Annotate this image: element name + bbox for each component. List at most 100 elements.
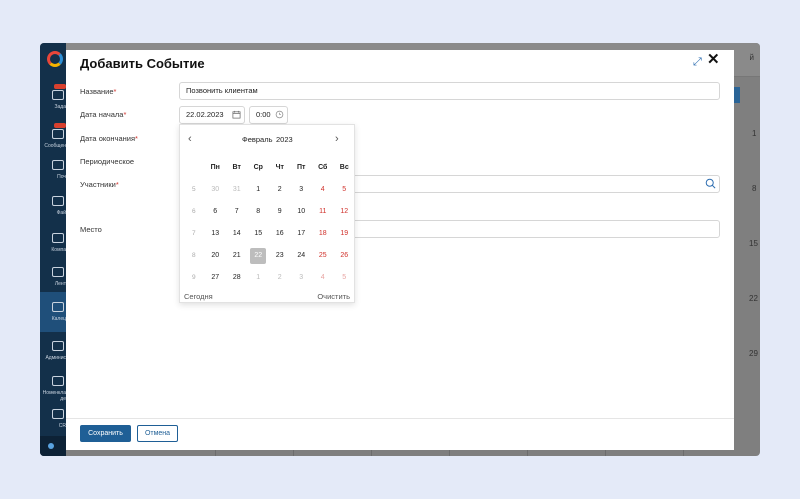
clear-button[interactable]: Очистить xyxy=(317,292,350,301)
place-label: Место xyxy=(80,225,102,234)
week-number: 8 xyxy=(191,252,196,259)
settings-icon[interactable] xyxy=(48,443,54,449)
calendar-day-label: 30 xyxy=(211,186,220,193)
calendar-day-label: 5 xyxy=(342,186,347,193)
sidebar-item[interactable]: Админис xyxy=(40,331,66,371)
calendar-day[interactable]: 4 xyxy=(312,267,334,289)
sidebar-item-icon xyxy=(52,233,64,243)
save-button[interactable]: Сохранить xyxy=(80,425,131,442)
calendar-day[interactable]: 14 xyxy=(226,223,248,245)
periodic-label: Периодическое xyxy=(80,157,135,166)
calendar-day-label: 4 xyxy=(320,274,325,281)
calendar-day[interactable]: 30 xyxy=(205,179,227,201)
sidebar-item-icon xyxy=(52,196,64,206)
name-input[interactable]: Позвонить клиентам xyxy=(179,82,720,100)
user-menu[interactable]: й xyxy=(750,53,754,62)
sidebar-item[interactable]: Поч xyxy=(40,150,66,190)
calendar-day-label: 7 xyxy=(234,208,239,215)
today-button[interactable]: Сегодня xyxy=(184,292,213,301)
dialog-title: Добавить Событие xyxy=(80,56,205,71)
calendar-day[interactable]: 7 xyxy=(226,201,248,223)
calendar-day[interactable]: 5 xyxy=(334,267,356,289)
calendar-day[interactable]: 24 xyxy=(291,245,313,267)
calendar-day[interactable]: 31 xyxy=(226,179,248,201)
calendar-day[interactable]: 8 xyxy=(248,201,270,223)
sidebar-item-icon xyxy=(52,160,64,170)
prev-month-button[interactable]: ‹ xyxy=(188,133,192,145)
calendar-day[interactable]: 2 xyxy=(269,179,291,201)
sidebar-item[interactable]: Калец xyxy=(40,292,66,332)
notification-badge xyxy=(54,123,66,128)
calendar-day-label: 9 xyxy=(277,208,282,215)
calendar-day[interactable]: 23 xyxy=(269,245,291,267)
sidebar-item[interactable]: Зада xyxy=(40,80,66,120)
calendar-day[interactable]: 3 xyxy=(291,179,313,201)
calendar-day-label: 3 xyxy=(299,274,304,281)
calendar-day-label: 5 xyxy=(342,274,347,281)
calendar-day-label: 31 xyxy=(232,186,241,193)
calendar-day-label: 28 xyxy=(232,274,241,281)
calendar-day[interactable]: 11 xyxy=(312,201,334,223)
weekday-header: Сб xyxy=(318,164,328,171)
calendar-day[interactable]: 20 xyxy=(205,245,227,267)
expand-icon[interactable]: ⤢ xyxy=(693,56,705,68)
clock-icon[interactable] xyxy=(275,110,284,119)
close-icon[interactable]: ✕ xyxy=(707,52,721,67)
calendar-month[interactable]: Февраль xyxy=(242,135,272,144)
calendar-day[interactable]: 9 xyxy=(269,201,291,223)
week-number: 9 xyxy=(191,274,196,281)
calendar-day[interactable]: 6 xyxy=(205,201,227,223)
calendar-day[interactable]: 1 xyxy=(248,267,270,289)
start-date-input[interactable]: 22.02.2023 xyxy=(179,106,245,124)
calendar-day-label: 1 xyxy=(256,274,261,281)
end-date-label: Дата окончания* xyxy=(80,134,138,143)
calendar-day-label: 10 xyxy=(297,208,306,215)
sidebar-item-label: Зада xyxy=(54,104,67,110)
calendar-day[interactable]: 1 xyxy=(248,179,270,201)
calendar-day[interactable]: 2 xyxy=(269,267,291,289)
start-time-input[interactable]: 0:00 xyxy=(249,106,288,124)
calendar-grid: Пн Вт Ср Чт Пт Сб Вс 5 30 31 1 2 3 4 5 6 6 7 8 9 10 11 12 7 13 14… xyxy=(183,157,355,289)
calendar-day[interactable]: 21 xyxy=(226,245,248,267)
calendar-day[interactable]: 18 xyxy=(312,223,334,245)
calendar-day[interactable]: 27 xyxy=(205,267,227,289)
calendar-day[interactable]: 26 xyxy=(334,245,356,267)
footer-divider xyxy=(66,418,734,419)
calendar-day[interactable]: 4 xyxy=(312,179,334,201)
calendar-day-label: 23 xyxy=(275,252,284,259)
sidebar-item-icon xyxy=(52,409,64,419)
sidebar-item-icon xyxy=(52,341,64,351)
sidebar-item-label: Калец xyxy=(51,316,66,322)
calendar-day[interactable]: 5 xyxy=(334,179,356,201)
calendar-day[interactable]: 16 xyxy=(269,223,291,245)
search-icon[interactable] xyxy=(705,178,716,189)
weekday-header: Ср xyxy=(253,164,263,171)
sidebar-item-label: Сообщен xyxy=(44,143,66,149)
calendar-day-label: 21 xyxy=(232,252,241,259)
next-month-button[interactable]: › xyxy=(335,133,339,145)
sidebar-item-icon xyxy=(52,267,64,277)
calendar-day[interactable]: 10 xyxy=(291,201,313,223)
calendar-day[interactable]: 17 xyxy=(291,223,313,245)
weekday-header: Вс xyxy=(339,164,349,171)
calendar-day[interactable]: 12 xyxy=(334,201,356,223)
sidebar-item[interactable]: Лент xyxy=(40,257,66,297)
calendar-day-label: 13 xyxy=(211,230,220,237)
sidebar-item[interactable]: CR xyxy=(40,399,66,439)
calendar-icon[interactable] xyxy=(232,110,241,119)
calendar-day[interactable]: 3 xyxy=(291,267,313,289)
calendar-day-number: 29 xyxy=(749,349,758,358)
calendar-day-label: 26 xyxy=(340,252,349,259)
calendar-day-number: 15 xyxy=(749,239,758,248)
cancel-button[interactable]: Отмена xyxy=(137,425,178,442)
sidebar-item[interactable]: Фай xyxy=(40,186,66,226)
calendar-day-selected[interactable]: 22 xyxy=(248,245,270,267)
week-number: 7 xyxy=(191,230,196,237)
calendar-day[interactable]: 19 xyxy=(334,223,356,245)
calendar-day[interactable]: 15 xyxy=(248,223,270,245)
calendar-day[interactable]: 13 xyxy=(205,223,227,245)
calendar-day[interactable]: 28 xyxy=(226,267,248,289)
calendar-day-label: 3 xyxy=(299,186,304,193)
calendar-year[interactable]: 2023 xyxy=(276,135,293,144)
calendar-day[interactable]: 25 xyxy=(312,245,334,267)
